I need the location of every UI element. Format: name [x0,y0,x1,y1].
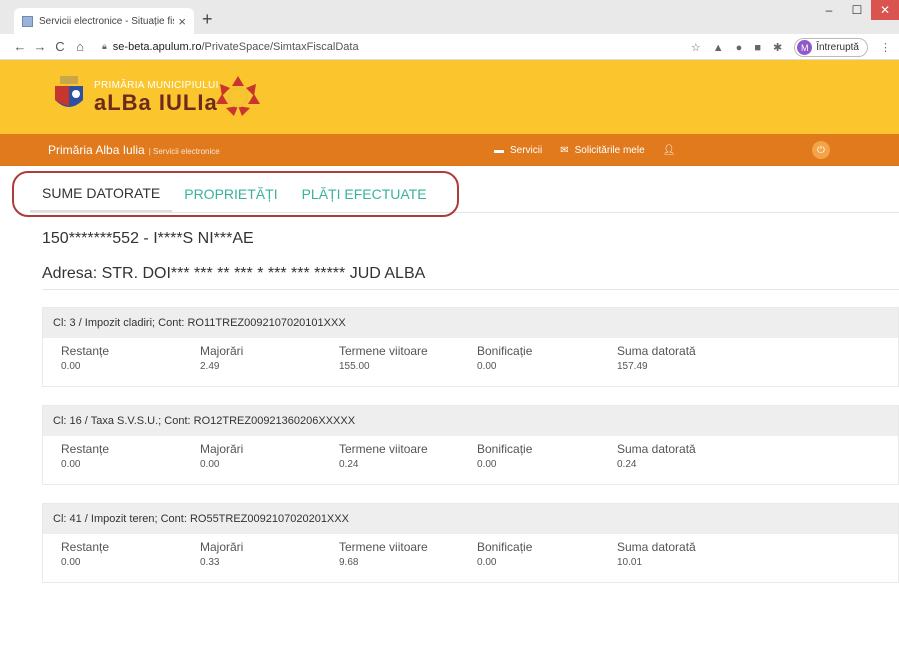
restante-value: 0.00 [61,459,81,470]
nav-home-sub: | Servicii electronice [148,147,220,156]
nav-servicii[interactable]: ▬ Servicii [494,145,542,156]
col-restante-label: Restanțe [61,442,110,456]
extension-drive-icon[interactable]: ▲ [713,42,724,54]
maximize-icon[interactable]: ☐ [843,0,871,20]
taxpayer-id: 150*******552 - I****S NI***AE [42,230,254,247]
nav-solicitari-label: Solicitările mele [574,144,645,156]
star-icon[interactable]: ☆ [691,41,701,54]
termene-value: 155.00 [339,361,370,372]
tax-card-title: Cl: 16 / Taxa S.V.S.U.; Cont: RO12TREZ00… [43,406,898,436]
nav-servicii-label: Servicii [510,144,543,156]
tax-card-title: Cl: 41 / Impozit teren; Cont: RO55TREZ00… [43,504,898,534]
col-bonificatie-label: Bonificație [477,442,533,456]
extension-facebook-icon[interactable]: ■ [754,42,761,54]
annotation-highlight [12,171,459,217]
city-emblem-icon [216,76,260,116]
extensions-puzzle-icon[interactable]: ✱ [773,41,782,54]
taxpayer-address: Adresa: STR. DOI*** *** ** *** * *** ***… [42,265,426,282]
browser-tab[interactable]: Servicii electronice - Situație fisc × [14,8,194,34]
url-host: se-beta.apulum.ro [112,40,202,53]
close-tab-icon[interactable]: × [178,14,186,29]
nav-menu: ▬ Servicii ✉ Solicitările mele 👤︎ [494,145,675,156]
col-suma-label: Suma datorată [617,344,696,358]
home-icon[interactable]: ⌂ [70,39,90,54]
tax-card-title: Cl: 3 / Impozit cladiri; Cont: RO11TREZ0… [43,308,898,338]
profile-status: Întreruptă [816,42,859,53]
bonificatie-value: 0.00 [477,557,497,568]
suma-value: 10.01 [617,557,643,568]
restante-value: 0.00 [61,557,81,568]
folder-icon: ▬ [494,144,504,156]
nav-home-link[interactable]: Primăria Alba Iulia | Servicii electronic… [48,143,220,157]
profile-button[interactable]: M Întreruptă [794,38,868,57]
browser-toolbar: ☆ ▲ ● ■ ✱ M Întreruptă ⋮ [691,38,891,57]
bonificatie-value: 0.00 [477,459,497,470]
address-bar: ← → C ⌂ 🔒︎ se-beta.apulum.ro /PrivateSpa… [0,34,899,60]
tax-card: Cl: 3 / Impozit cladiri; Cont: RO11TREZ0… [42,307,899,387]
col-termene-label: Termene viitoare [339,344,428,358]
forward-arrow-icon[interactable]: → [30,39,50,54]
tax-card-row: Restanțe 0.00 Majorări 0.33 Termene viitoa… [43,534,898,584]
col-restante-label: Restanțe [61,344,110,358]
col-majorari-label: Majorări [200,442,244,456]
avatar: M [797,40,813,55]
site-favicon-icon [22,15,33,27]
col-suma-label: Suma datorată [617,540,696,554]
col-majorari-label: Majorări [200,344,244,358]
tax-card: Cl: 41 / Impozit teren; Cont: RO55TREZ00… [42,503,899,583]
logo-title: aLBa IULIa [94,90,218,115]
url-field[interactable]: 🔒︎ se-beta.apulum.ro /PrivateSpace/Simta… [102,41,359,53]
user-profile-icon[interactable]: 👤︎ [663,145,676,156]
envelope-icon: ✉ [560,144,569,156]
browser-tab-title: Servicii electronice - Situație fisc [39,15,175,27]
site-navbar: Primăria Alba Iulia | Servicii electronic… [0,134,899,166]
tax-card: Cl: 16 / Taxa S.V.S.U.; Cont: RO12TREZ00… [42,405,899,485]
window-close-icon[interactable]: ✕ [871,0,899,20]
window-controls: – ☐ ✕ [815,0,899,22]
minimize-icon[interactable]: – [815,0,843,20]
site-header: PRIMĂRIA MUNICIPIULUI aLBa IULIa [0,60,899,134]
restante-value: 0.00 [61,361,81,372]
nav-solicitari[interactable]: ✉ Solicitările mele [560,145,644,156]
suma-value: 0.24 [617,459,637,470]
browser-titlebar: Servicii electronice - Situație fisc × +… [0,0,899,34]
majorari-value: 0.00 [200,459,220,470]
site-logo[interactable]: PRIMĂRIA MUNICIPIULUI aLBa IULIa [94,80,219,115]
coat-of-arms-icon [55,76,83,107]
logout-icon[interactable]: ⏻ [812,141,830,159]
nav-home-label: Primăria Alba Iulia [48,143,145,157]
col-termene-label: Termene viitoare [339,442,428,456]
tax-card-row: Restanțe 0.00 Majorări 0.00 Termene viitoa… [43,436,898,486]
suma-value: 157.49 [617,361,648,372]
termene-value: 9.68 [339,557,359,568]
back-arrow-icon[interactable]: ← [10,39,30,54]
col-restante-label: Restanțe [61,540,110,554]
new-tab-button[interactable]: + [202,10,213,28]
majorari-value: 0.33 [200,557,220,568]
reload-icon[interactable]: C [50,39,70,54]
lock-icon: 🔒︎ [102,41,107,51]
menu-dots-icon[interactable]: ⋮ [880,41,891,54]
tax-card-row: Restanțe 0.00 Majorări 2.49 Termene viitoa… [43,338,898,388]
majorari-value: 2.49 [200,361,220,372]
col-bonificatie-label: Bonificație [477,344,533,358]
url-path: /PrivateSpace/SimtaxFiscalData [201,40,359,53]
extension-circle-icon[interactable]: ● [736,42,743,54]
bonificatie-value: 0.00 [477,361,497,372]
termene-value: 0.24 [339,459,359,470]
col-majorari-label: Majorări [200,540,244,554]
col-termene-label: Termene viitoare [339,540,428,554]
col-suma-label: Suma datorată [617,442,696,456]
section-divider [42,289,899,290]
col-bonificatie-label: Bonificație [477,540,533,554]
